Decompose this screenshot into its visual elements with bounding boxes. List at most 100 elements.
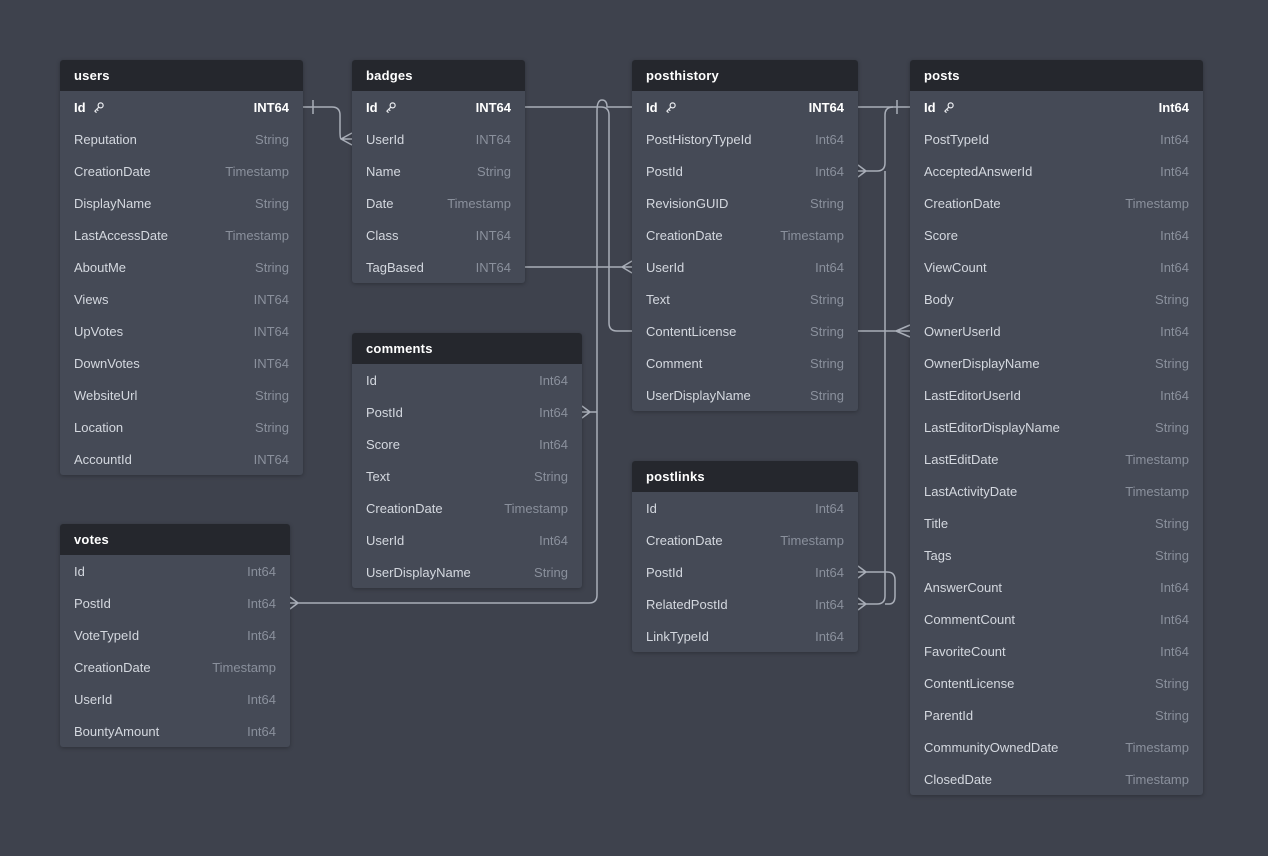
posts-field-communityowneddate: CommunityOwnedDateTimestamp xyxy=(910,731,1203,763)
field-name: BountyAmount xyxy=(74,724,159,739)
field-name: RelatedPostId xyxy=(646,597,728,612)
field-name: Id xyxy=(924,100,936,115)
posts-field-lasteditdate: LastEditDateTimestamp xyxy=(910,443,1203,475)
field-type: String xyxy=(255,420,289,435)
field-type: Timestamp xyxy=(780,228,844,243)
posts-field-ownerdisplayname: OwnerDisplayNameString xyxy=(910,347,1203,379)
key-icon xyxy=(384,101,397,114)
field-type: Int64 xyxy=(1160,324,1189,339)
field-type: Int64 xyxy=(539,437,568,452)
field-type: Timestamp xyxy=(212,660,276,675)
field-name: DownVotes xyxy=(74,356,140,371)
field-name: Reputation xyxy=(74,132,137,147)
field-name: RevisionGUID xyxy=(646,196,728,211)
table-header-comments[interactable]: comments xyxy=(352,333,582,364)
field-type: INT64 xyxy=(476,132,511,147)
table-posts[interactable]: postsIdInt64PostTypeIdInt64AcceptedAnswe… xyxy=(910,60,1203,795)
posts-field-viewcount: ViewCountInt64 xyxy=(910,251,1203,283)
field-type: Timestamp xyxy=(1125,772,1189,787)
table-badges[interactable]: badgesIdINT64UserIdINT64NameStringDateTi… xyxy=(352,60,525,283)
table-users[interactable]: users Id INT64 Reputation String CreationDate… xyxy=(60,60,303,475)
field-type: Timestamp xyxy=(504,501,568,516)
comments-field-id: IdInt64 xyxy=(352,364,582,396)
posts-field-owneruserid: OwnerUserIdInt64 xyxy=(910,315,1203,347)
comments-field-postid: PostId Int64 xyxy=(352,396,582,428)
table-header-users[interactable]: users xyxy=(60,60,303,91)
field-type: Timestamp xyxy=(225,164,289,179)
field-name: LastEditorUserId xyxy=(924,388,1021,403)
field-name: ParentId xyxy=(924,708,973,723)
table-comments[interactable]: commentsIdInt64PostIdInt64ScoreInt64Text… xyxy=(352,333,582,588)
field-name: OwnerDisplayName xyxy=(924,356,1040,371)
field-type: INT64 xyxy=(476,100,511,115)
badges-field-class: Class INT64 xyxy=(352,219,525,251)
comments-field-userid: UserIdInt64 xyxy=(352,524,582,556)
field-type: String xyxy=(1155,420,1189,435)
field-name: UserDisplayName xyxy=(646,388,751,403)
badges-field-id: IdINT64 xyxy=(352,91,525,123)
users-field-displayname: DisplayNameString xyxy=(60,187,303,219)
table-header-posthistory[interactable]: posthistory xyxy=(632,60,858,91)
field-type: String xyxy=(534,565,568,580)
edge-posthistory-postid--posts-id xyxy=(858,107,893,177)
posts-field-parentid: ParentIdString xyxy=(910,699,1203,731)
field-type: String xyxy=(1155,548,1189,563)
table-postlinks[interactable]: postlinksIdInt64CreationDateTimestampPos… xyxy=(632,461,858,652)
field-name: Views xyxy=(74,292,108,307)
field-type: String xyxy=(1155,676,1189,691)
table-header-posts[interactable]: posts xyxy=(910,60,1203,91)
table-title: posthistory xyxy=(646,68,719,83)
field-name: ContentLicense xyxy=(924,676,1014,691)
field-type: INT64 xyxy=(476,228,511,243)
votes-field-votetypeid: VoteTypeIdInt64 xyxy=(60,619,290,651)
field-type: String xyxy=(810,196,844,211)
table-header-badges[interactable]: badges xyxy=(352,60,525,91)
field-name: Id xyxy=(74,100,86,115)
table-header-votes[interactable]: votes xyxy=(60,524,290,555)
field-type: Int64 xyxy=(815,164,844,179)
field-type: String xyxy=(810,292,844,307)
field-type: Timestamp xyxy=(1125,196,1189,211)
field-name: WebsiteUrl xyxy=(74,388,137,403)
votes-field-id: IdInt64 xyxy=(60,555,290,587)
badges-field-userid: UserId INT64 xyxy=(352,123,525,155)
field-name: CreationDate xyxy=(646,228,723,243)
field-name: UserId xyxy=(646,260,684,275)
field-name: ClosedDate xyxy=(924,772,992,787)
field-name: UserId xyxy=(74,692,112,707)
posthistory-field-revisionguid: RevisionGUID String xyxy=(632,187,858,219)
posts-field-title: TitleString xyxy=(910,507,1203,539)
posts-field-acceptedanswerid: AcceptedAnswerIdInt64 xyxy=(910,155,1203,187)
table-votes[interactable]: votesIdInt64PostIdInt64VoteTypeIdInt64Cr… xyxy=(60,524,290,747)
posthistory-field-userdisplayname: UserDisplayNameString xyxy=(632,379,858,411)
field-type: INT64 xyxy=(254,324,289,339)
field-type: Int64 xyxy=(1160,388,1189,403)
field-name: TagBased xyxy=(366,260,424,275)
table-posthistory[interactable]: posthistoryIdINT64PostHistoryTypeIdInt64… xyxy=(632,60,858,411)
field-name: UserId xyxy=(366,132,404,147)
field-name: FavoriteCount xyxy=(924,644,1006,659)
field-type: Timestamp xyxy=(1125,452,1189,467)
diagram-canvas[interactable]: users Id INT64 Reputation String CreationDate… xyxy=(0,0,1268,856)
key-icon xyxy=(664,101,677,114)
field-type: Int64 xyxy=(539,405,568,420)
field-type: Int64 xyxy=(1160,228,1189,243)
field-name: CreationDate xyxy=(74,164,151,179)
users-field-downvotes: DownVotesINT64 xyxy=(60,347,303,379)
field-type: INT64 xyxy=(254,100,289,115)
field-name: LastActivityDate xyxy=(924,484,1017,499)
posts-field-favoritecount: FavoriteCountInt64 xyxy=(910,635,1203,667)
posts-field-closeddate: ClosedDate Timestamp xyxy=(910,763,1203,795)
field-name: Comment xyxy=(646,356,702,371)
field-name: Class xyxy=(366,228,399,243)
field-type: Int64 xyxy=(247,564,276,579)
field-name: PostId xyxy=(366,405,403,420)
field-type: String xyxy=(255,388,289,403)
postlinks-field-relatedpostid: RelatedPostIdInt64 xyxy=(632,588,858,620)
table-header-postlinks[interactable]: postlinks xyxy=(632,461,858,492)
posts-field-answercount: AnswerCountInt64 xyxy=(910,571,1203,603)
badges-field-tagbased: TagBasedINT64 xyxy=(352,251,525,283)
field-name: PostId xyxy=(646,565,683,580)
users-field-id: Id INT64 xyxy=(60,91,303,123)
posts-field-body: BodyString xyxy=(910,283,1203,315)
